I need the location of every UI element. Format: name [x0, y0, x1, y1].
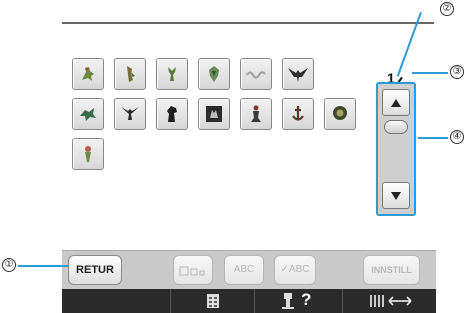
- pattern-tile-8[interactable]: [114, 98, 146, 130]
- pattern-tile-7[interactable]: [72, 98, 104, 130]
- pattern-tile-11[interactable]: [240, 98, 272, 130]
- pattern-tile-3[interactable]: [156, 58, 188, 90]
- pattern-anchor-icon: [292, 106, 304, 121]
- pattern-tile-10[interactable]: [198, 98, 230, 130]
- pattern-dragon-icon: [80, 108, 96, 121]
- pattern-wolf-icon: [206, 106, 222, 122]
- checklist-button[interactable]: [170, 289, 254, 313]
- arrow-down-icon: [391, 192, 401, 200]
- callout-3-line: [412, 72, 448, 74]
- checklist-icon: [207, 294, 219, 308]
- callout-4: ④: [450, 130, 464, 144]
- pattern-bird-icon: [127, 66, 135, 82]
- bottom-button-bar: RETUR ABC ✓ABC INNSTILL: [62, 250, 436, 289]
- top-divider: [62, 22, 434, 24]
- callout-4-line: [418, 137, 448, 139]
- pattern-deer-icon: [168, 67, 176, 81]
- pattern-tile-1[interactable]: [72, 58, 104, 90]
- footer-bar: ?: [62, 289, 436, 313]
- arc-text-button[interactable]: ABC: [224, 255, 264, 285]
- pattern-tile-12[interactable]: [282, 98, 314, 130]
- scroll-thumb[interactable]: [384, 120, 408, 134]
- embroidery-screen: 1 2 RETUR ABC ✓ABC INNSTILL ?: [62, 0, 436, 313]
- pattern-tile-5[interactable]: [240, 58, 272, 90]
- page-scroll-control: [376, 82, 416, 216]
- scroll-up-button[interactable]: [382, 89, 410, 116]
- help-glyph: ?: [301, 290, 312, 309]
- thread-direction-icon: [370, 295, 412, 307]
- pattern-flying-eagle-icon: [121, 107, 139, 120]
- callout-1-line: [18, 265, 68, 267]
- pattern-tile-2[interactable]: [114, 58, 146, 90]
- settings-button[interactable]: INNSTILL: [363, 255, 420, 285]
- pattern-tile-9[interactable]: [156, 98, 188, 130]
- scroll-down-button[interactable]: [382, 182, 410, 209]
- return-button[interactable]: RETUR: [68, 255, 122, 285]
- pattern-eagle-icon: [288, 68, 308, 82]
- pattern-parrot-icon: [209, 66, 219, 82]
- help-button[interactable]: ?: [254, 289, 342, 313]
- arrow-up-icon: [391, 99, 401, 107]
- thread-mode-button[interactable]: [342, 289, 436, 313]
- machine-icon: [282, 293, 294, 309]
- pattern-rooster-icon: [82, 67, 94, 81]
- layout-mode-button[interactable]: [173, 255, 213, 285]
- pattern-tile-14[interactable]: [72, 138, 104, 170]
- pattern-script-icon: [246, 71, 266, 79]
- pattern-tile-13[interactable]: [324, 98, 356, 130]
- pattern-tile-4[interactable]: [198, 58, 230, 90]
- pattern-bouquet-icon: [85, 146, 91, 162]
- pattern-lion-icon: [333, 106, 347, 120]
- pattern-tile-6[interactable]: [282, 58, 314, 90]
- callout-3: ③: [450, 65, 464, 79]
- callout-2: ②: [440, 2, 454, 16]
- layout-squares-icon: [179, 266, 205, 276]
- callout-1: ①: [2, 258, 16, 272]
- pattern-figure-icon: [251, 105, 261, 122]
- check-text-button[interactable]: ✓ABC: [274, 255, 316, 285]
- pattern-horse-icon: [167, 106, 177, 122]
